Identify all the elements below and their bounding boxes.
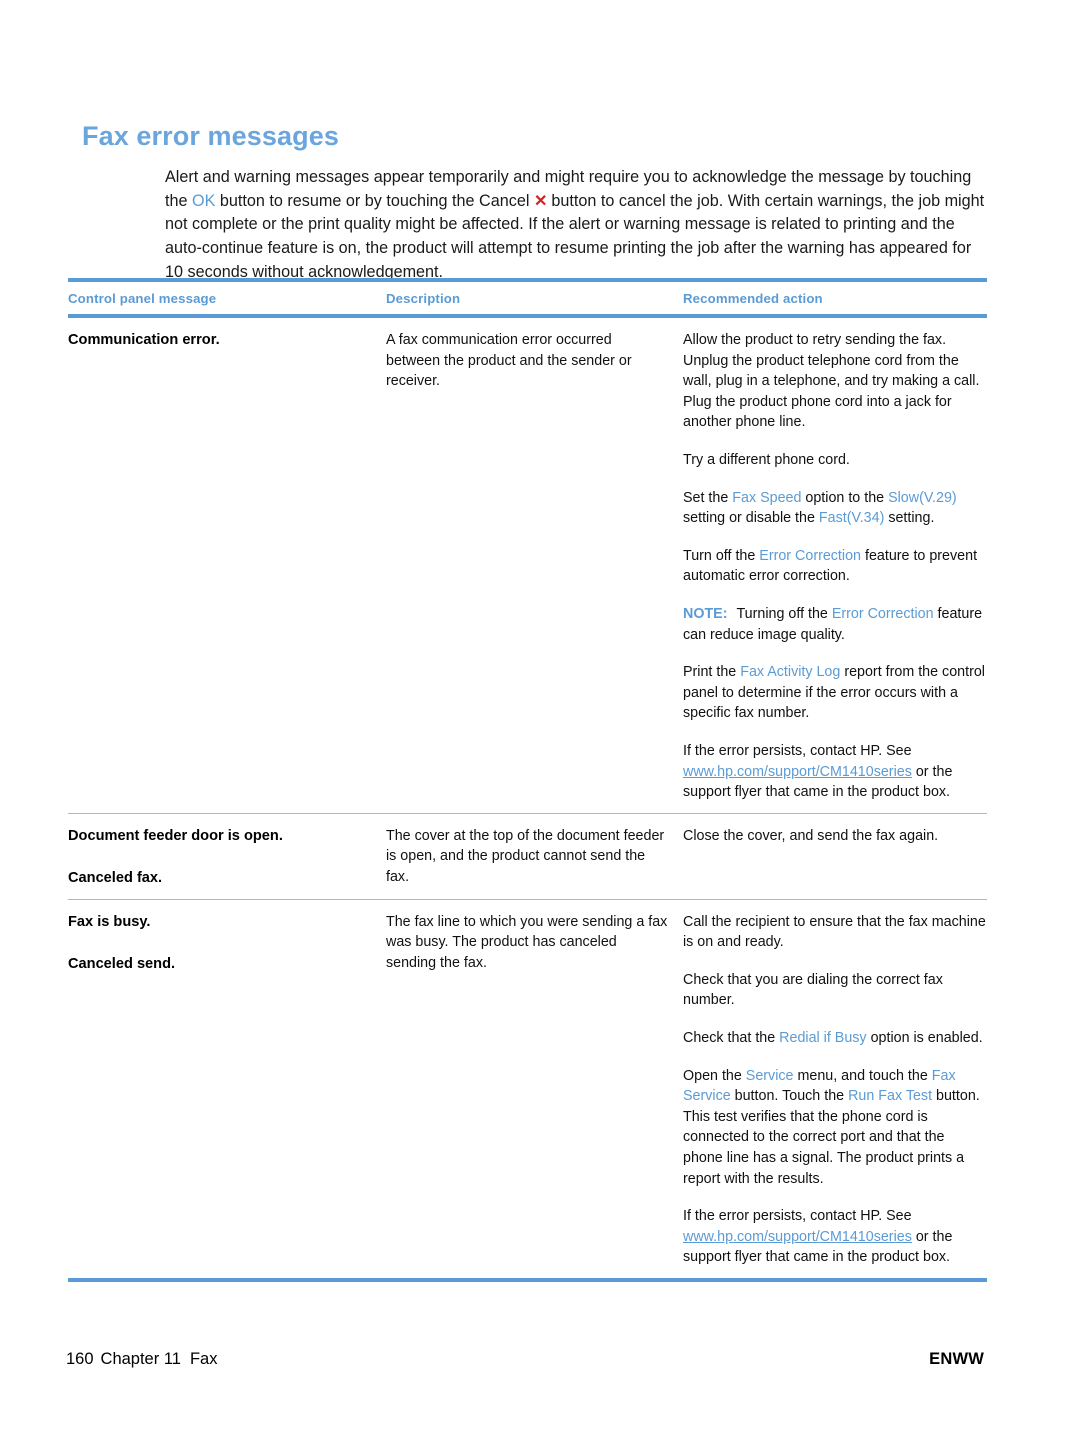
intro-paragraph: Alert and warning messages appear tempor… — [165, 166, 987, 284]
ui-label-redial-if-busy: Redial if Busy — [779, 1030, 867, 1047]
ui-label-fast-v34: Fast(V.34) — [818, 510, 885, 527]
control-panel-message: Document feeder door is open. — [68, 827, 283, 844]
row-1-recommended-action: Allow the product to retry sending the f… — [683, 330, 987, 803]
description-text: The cover at the top of the document fee… — [386, 827, 665, 885]
action-paragraph-2: Check that you are dialing the correct f… — [683, 971, 943, 1009]
page-title: Fax error messages — [82, 121, 339, 152]
ok-button-label: OK — [192, 191, 216, 210]
ui-label-error-correction: Error Correction — [759, 547, 861, 564]
control-panel-message: Communication error. — [68, 332, 220, 348]
row-1-messages: Communication error. — [68, 330, 386, 351]
intro-text-part-2: button to resume or by touching the Canc… — [215, 191, 534, 210]
row-2-description: The cover at the top of the document fee… — [386, 826, 683, 888]
action-paragraph-7: If the error persists, contact HP. See w… — [683, 741, 987, 803]
row-1-description: A fax communication error occurred betwe… — [386, 330, 683, 392]
action-6-text-a: Print the — [683, 664, 741, 681]
column-header-control-panel-message: Control panel message — [68, 291, 217, 306]
action-3-text-c: setting or disable the — [683, 510, 819, 527]
action-3-text-b: option is enabled. — [866, 1030, 983, 1047]
row-3-messages: Fax is busy. Canceled send. — [68, 912, 386, 975]
footer-left: 160 Chapter 11 Fax — [66, 1350, 217, 1369]
action-paragraph-1: Allow the product to retry sending the f… — [683, 332, 980, 431]
row-2-messages: Document feeder door is open. Canceled f… — [68, 826, 386, 889]
table-row: Fax is busy. Canceled send. The fax line… — [68, 900, 987, 1278]
document-page: Fax error messages Alert and warning mes… — [0, 0, 1080, 1437]
action-4-text-a: Open the — [683, 1067, 746, 1084]
action-note-paragraph: NOTE: Turning off the Error Correction fe… — [683, 604, 987, 645]
control-panel-message: Fax is busy. — [68, 913, 151, 930]
footer-page-number: 160 — [66, 1350, 94, 1368]
row-3-recommended-action: Call the recipient to ensure that the fa… — [683, 912, 987, 1268]
control-panel-message-secondary: Canceled send. — [68, 955, 176, 972]
ui-label-fax-speed: Fax Speed — [732, 489, 802, 506]
action-3-text-b: option to the — [801, 489, 889, 506]
ui-label-error-correction-note: Error Correction — [831, 605, 934, 622]
ui-label-fax-activity-log: Fax Activity Log — [740, 664, 841, 681]
action-paragraph-3: Check that the Redial if Busy option is … — [683, 1028, 987, 1049]
action-3-text-a: Set the — [683, 489, 733, 506]
row-3-description: The fax line to which you were sending a… — [386, 912, 683, 974]
table-bottom-rule — [68, 1278, 987, 1282]
control-panel-message-secondary: Canceled fax. — [68, 869, 163, 886]
action-paragraph-1: Close the cover, and send the fax again. — [683, 827, 939, 844]
description-text: A fax communication error occurred betwe… — [386, 332, 632, 390]
row-2-recommended-action: Close the cover, and send the fax again. — [683, 826, 987, 847]
action-3-text-a: Check that the — [683, 1030, 780, 1047]
note-label: NOTE: — [683, 605, 728, 622]
action-paragraph-4: Open the Service menu, and touch the Fax… — [683, 1066, 987, 1190]
description-text: The fax line to which you were sending a… — [386, 913, 668, 971]
ui-label-run-fax-test: Run Fax Test — [848, 1088, 933, 1105]
action-3-text-d: setting. — [884, 510, 935, 527]
table-row: Document feeder door is open. Canceled f… — [68, 814, 987, 899]
action-paragraph-1: Call the recipient to ensure that the fa… — [683, 913, 986, 951]
hp-support-link[interactable]: www.hp.com/support/CM1410series — [683, 1229, 912, 1245]
action-4-text-b: menu, and touch the — [793, 1067, 932, 1084]
footer-right: ENWW — [929, 1350, 984, 1368]
note-text-a: Turning off the — [736, 605, 832, 622]
hp-support-link[interactable]: www.hp.com/support/CM1410series — [683, 764, 912, 780]
action-4-text-c: button. Touch the — [730, 1088, 849, 1105]
footer-section: Fax — [189, 1350, 218, 1368]
column-header-recommended-action: Recommended action — [683, 291, 823, 306]
action-paragraph-4: Turn off the Error Correction feature to… — [683, 546, 987, 587]
action-paragraph-5: If the error persists, contact HP. See w… — [683, 1206, 987, 1268]
table-header-row: Control panel message Description Recomm… — [68, 282, 987, 314]
action-7-text-a: If the error persists, contact HP. See — [683, 742, 912, 759]
footer-chapter: Chapter 11 — [100, 1350, 181, 1368]
action-paragraph-2: Try a different phone cord. — [683, 451, 850, 468]
action-paragraph-3: Set the Fax Speed option to the Slow(V.2… — [683, 488, 987, 529]
cancel-x-icon: ✕ — [533, 192, 547, 210]
ui-label-service: Service — [745, 1067, 794, 1084]
action-4-text-a: Turn off the — [683, 547, 760, 564]
fax-error-messages-table: Control panel message Description Recomm… — [68, 278, 987, 1282]
column-header-description: Description — [386, 291, 461, 306]
action-paragraph-6: Print the Fax Activity Log report from t… — [683, 662, 987, 724]
table-row: Communication error. A fax communication… — [68, 318, 987, 813]
action-5-text-a: If the error persists, contact HP. See — [683, 1208, 912, 1225]
ui-label-slow-v29: Slow(V.29) — [888, 489, 957, 506]
